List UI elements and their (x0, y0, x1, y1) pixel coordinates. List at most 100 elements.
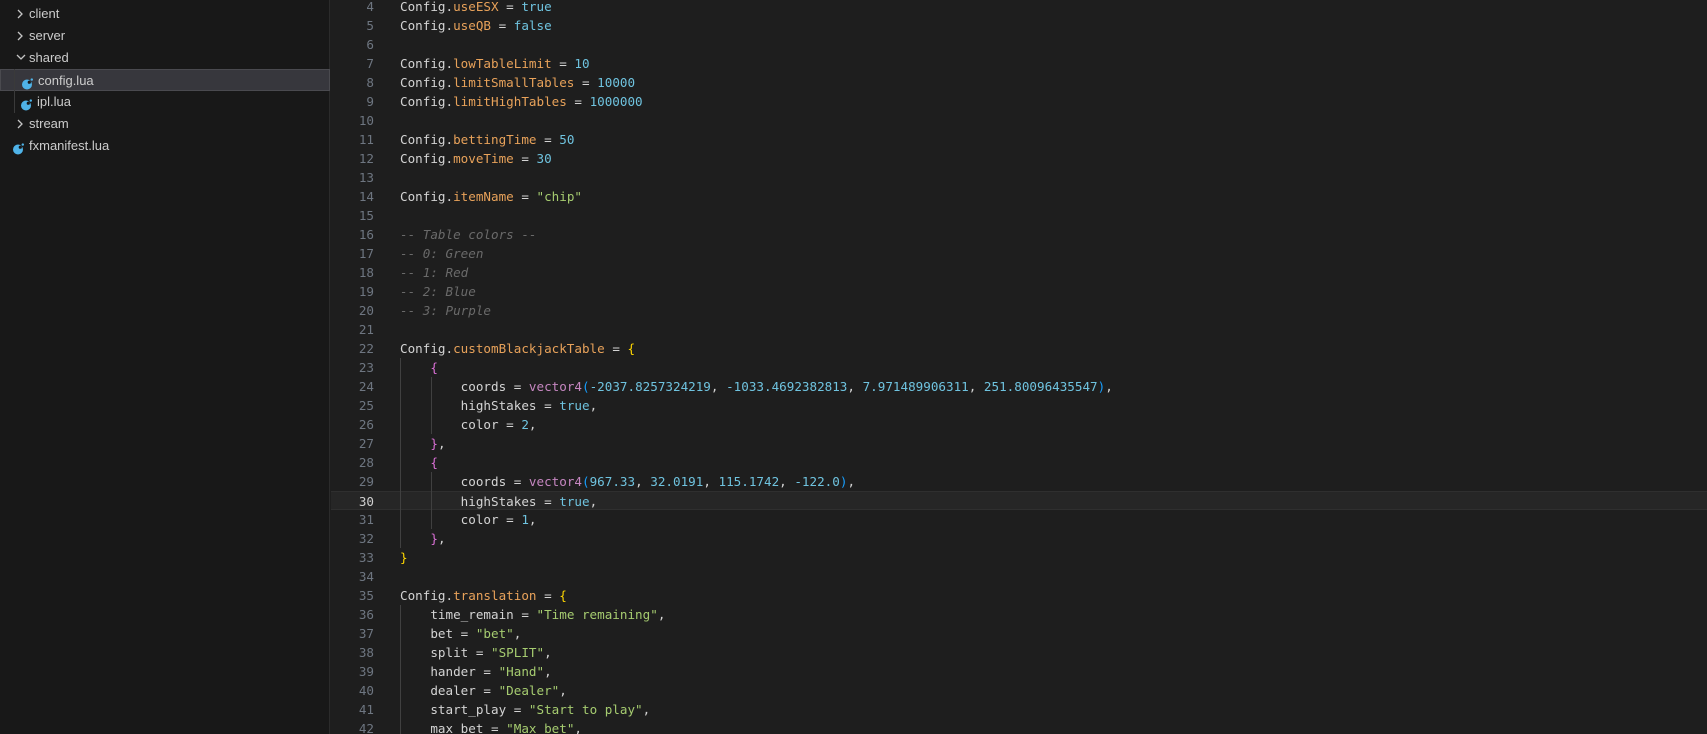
code-token: = (536, 588, 560, 603)
code-line-28[interactable]: 28 { (331, 453, 1707, 472)
code-line-4[interactable]: 4 Config.useESX = true (331, 0, 1707, 16)
code-line-37[interactable]: 37 bet = "bet", (331, 624, 1707, 643)
code-text: Config.limitHighTables = 1000000 (400, 92, 643, 111)
code-token: 115.1742 (718, 474, 780, 489)
line-number: 22 (358, 341, 374, 356)
chevron-right-icon (12, 3, 28, 25)
code-text: Config.translation = { (400, 586, 567, 605)
code-line-16[interactable]: 16 -- Table colors -- (331, 225, 1707, 244)
code-line-26[interactable]: 26 color = 2, (331, 415, 1707, 434)
code-text: -- 2: Blue (400, 282, 476, 301)
code-token: Config. (400, 94, 454, 109)
code-token: = (475, 664, 499, 679)
code-token: , (710, 379, 727, 394)
code-line-19[interactable]: 19 -- 2: Blue (331, 282, 1707, 301)
code-token: = (574, 75, 598, 90)
code-token: Config. (400, 151, 454, 166)
code-token: -- 2: Blue (400, 284, 476, 299)
code-line-15[interactable]: 15 (331, 206, 1707, 225)
code-line-35[interactable]: 35 Config.translation = { (331, 586, 1707, 605)
lua-file-icon (21, 75, 33, 90)
code-line-9[interactable]: 9 Config.limitHighTables = 1000000 (331, 92, 1707, 111)
explorer-file-ipl-lua[interactable]: ipl.lua (0, 91, 330, 113)
code-token: "SPLIT" (491, 645, 545, 660)
code-editor[interactable]: 4 Config.useESX = true 5 Config.useQB = fal… (331, 0, 1707, 734)
code-token: = (498, 0, 522, 14)
code-line-25[interactable]: 25 highStakes = true, (331, 396, 1707, 415)
code-line-20[interactable]: 20 -- 3: Purple (331, 301, 1707, 320)
line-number: 16 (358, 227, 374, 242)
explorer-file-config-lua[interactable]: config.lua (0, 69, 330, 91)
line-number: 11 (358, 132, 374, 147)
code-line-14[interactable]: 14 Config.itemName = "chip" (331, 187, 1707, 206)
explorer-file-fxmanifest-lua[interactable]: fxmanifest.lua (0, 135, 330, 157)
line-number: 17 (358, 246, 374, 261)
code-token: Config. (400, 0, 454, 14)
code-token: = (551, 56, 575, 71)
code-token: 1000000 (589, 94, 643, 109)
code-line-41[interactable]: 41 start_play = "Start to play", (331, 700, 1707, 719)
code-token: customBlackjackTable (453, 341, 605, 356)
code-line-33[interactable]: 33} (331, 548, 1707, 567)
code-token: coords (400, 474, 507, 489)
code-token: "Hand" (498, 664, 545, 679)
line-number: 37 (358, 626, 374, 641)
line-number: 35 (358, 588, 374, 603)
code-line-42[interactable]: 42 max_bet = "Max bet", (331, 719, 1707, 734)
code-line-39[interactable]: 39 hander = "Hand", (331, 662, 1707, 681)
code-text: highStakes = true, (400, 492, 598, 511)
code-token: 967.33 (589, 474, 636, 489)
code-line-13[interactable]: 13 (331, 168, 1707, 187)
code-line-6[interactable]: 6 (331, 35, 1707, 54)
code-token: = (453, 626, 476, 641)
code-line-34[interactable]: 34 (331, 567, 1707, 586)
code-line-36[interactable]: 36 time_remain = "Time remaining", (331, 605, 1707, 624)
code-line-30[interactable]: 30 highStakes = true, (331, 491, 1707, 510)
explorer-folder-client[interactable]: client (0, 3, 330, 25)
explorer-folder-stream[interactable]: stream (0, 113, 330, 135)
code-line-17[interactable]: 17 -- 0: Green (331, 244, 1707, 263)
explorer-folder-server[interactable]: server (0, 25, 330, 47)
explorer-item-label: ipl.lua (37, 94, 71, 109)
code-text: bet = "bet", (400, 624, 521, 643)
line-number: 12 (358, 151, 374, 166)
code-token: Config. (400, 341, 454, 356)
code-token: 251.80096435547 (983, 379, 1098, 394)
code-token: -1033.4692382813 (726, 379, 848, 394)
code-text: max_bet = "Max bet", (400, 719, 582, 734)
code-line-10[interactable]: 10 (331, 111, 1707, 130)
code-token: 32.0191 (650, 474, 704, 489)
code-line-24[interactable]: 24 coords = vector4(-2037.8257324219, -1… (331, 377, 1707, 396)
code-line-22[interactable]: 22 Config.customBlackjackTable = { (331, 339, 1707, 358)
code-token: } (430, 436, 438, 451)
code-line-31[interactable]: 31 color = 1, (331, 510, 1707, 529)
code-line-27[interactable]: 27 }, (331, 434, 1707, 453)
code-token: ( (581, 474, 590, 489)
code-token: "Max bet" (506, 721, 575, 734)
code-line-21[interactable]: 21 (331, 320, 1707, 339)
line-number: 20 (358, 303, 374, 318)
code-line-29[interactable]: 29 coords = vector4(967.33, 32.0191, 115… (331, 472, 1707, 491)
line-number: 26 (358, 417, 374, 432)
code-line-5[interactable]: 5 Config.useQB = false (331, 16, 1707, 35)
code-token: = (536, 494, 560, 509)
explorer-folder-shared[interactable]: shared (0, 47, 330, 69)
code-token: , (589, 494, 598, 509)
code-token: Config. (400, 132, 454, 147)
code-text: Config.useQB = false (400, 16, 552, 35)
code-line-11[interactable]: 11 Config.bettingTime = 50 (331, 130, 1707, 149)
code-token: , (642, 702, 651, 717)
code-line-12[interactable]: 12 Config.moveTime = 30 (331, 149, 1707, 168)
code-line-32[interactable]: 32 }, (331, 529, 1707, 548)
code-line-38[interactable]: 38 split = "SPLIT", (331, 643, 1707, 662)
code-token: = (498, 417, 522, 432)
code-line-23[interactable]: 23 { (331, 358, 1707, 377)
line-number: 38 (358, 645, 374, 660)
code-line-18[interactable]: 18 -- 1: Red (331, 263, 1707, 282)
code-line-40[interactable]: 40 dealer = "Dealer", (331, 681, 1707, 700)
code-line-8[interactable]: 8 Config.limitSmallTables = 10000 (331, 73, 1707, 92)
lua-file-icon (20, 96, 32, 111)
code-line-7[interactable]: 7 Config.lowTableLimit = 10 (331, 54, 1707, 73)
code-token: { (627, 341, 636, 356)
code-token: = (536, 132, 560, 147)
